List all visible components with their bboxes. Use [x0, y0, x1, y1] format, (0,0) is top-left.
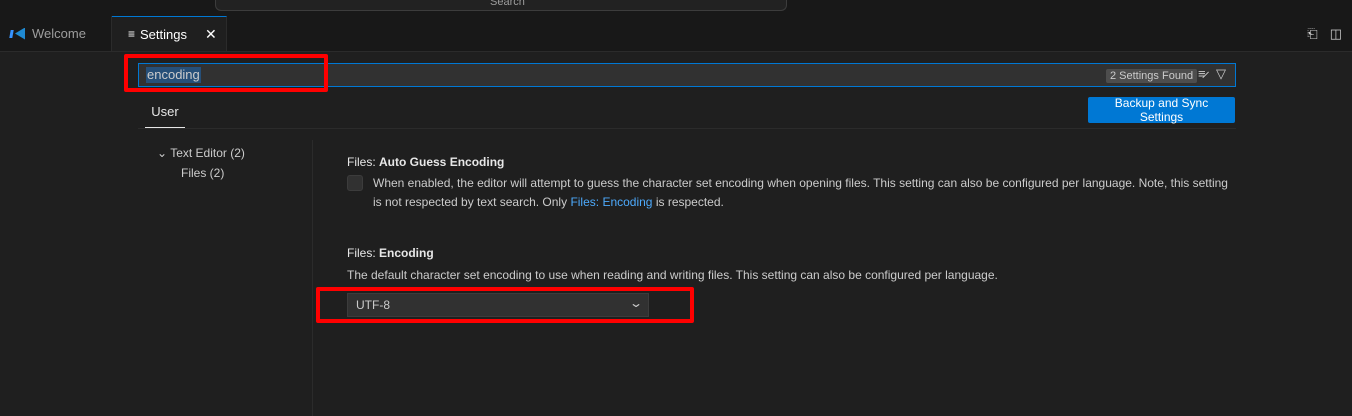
tab-settings[interactable]: ≡ Settings ✕	[112, 16, 227, 51]
setting-description: When enabled, the editor will attempt to…	[373, 176, 1228, 209]
editor-actions: ⎗ ◫	[1307, 26, 1342, 42]
command-center-text: Search	[490, 0, 525, 8]
setting-description: The default character set encoding to us…	[347, 268, 998, 282]
tab-user-scope[interactable]: User	[145, 104, 185, 128]
split-editor-icon[interactable]: ◫	[1330, 26, 1342, 42]
filter-icon[interactable]: ▽	[1216, 66, 1226, 82]
close-icon[interactable]: ✕	[205, 26, 217, 43]
tab-bar: Welcome ≡ Settings ✕	[0, 16, 1352, 52]
setting-title-auto-guess-encoding: Files: Auto Guess Encoding	[347, 155, 505, 169]
setting-title-encoding: Files: Encoding	[347, 246, 434, 260]
open-settings-json-icon[interactable]: ⎗	[1307, 26, 1317, 42]
chevron-down-icon: ⌄	[157, 146, 168, 160]
tab-settings-label: Settings	[140, 26, 187, 42]
files-encoding-link[interactable]: Files: Encoding	[570, 195, 652, 209]
highlight-encoding-select	[316, 287, 694, 323]
clear-filter-icon[interactable]: ≡̷	[1198, 66, 1206, 81]
toc-item-text-editor[interactable]: ⌄ Text Editor (2)	[157, 146, 245, 160]
toc-divider	[312, 140, 313, 416]
toc-item-files[interactable]: Files (2)	[181, 166, 224, 180]
header-divider	[138, 128, 1236, 129]
backup-sync-button[interactable]: Backup and Sync Settings	[1088, 96, 1235, 124]
auto-guess-encoding-checkbox[interactable]	[347, 175, 363, 191]
tab-welcome-label: Welcome	[32, 26, 86, 41]
highlight-search-box	[124, 54, 328, 92]
toc-item-label: Text Editor (2)	[170, 146, 245, 160]
tab-welcome[interactable]: Welcome	[0, 16, 112, 51]
settings-list-icon: ≡	[128, 27, 136, 41]
vscode-logo-icon	[10, 28, 26, 40]
results-count-badge: 2 Settings Found	[1106, 69, 1198, 83]
